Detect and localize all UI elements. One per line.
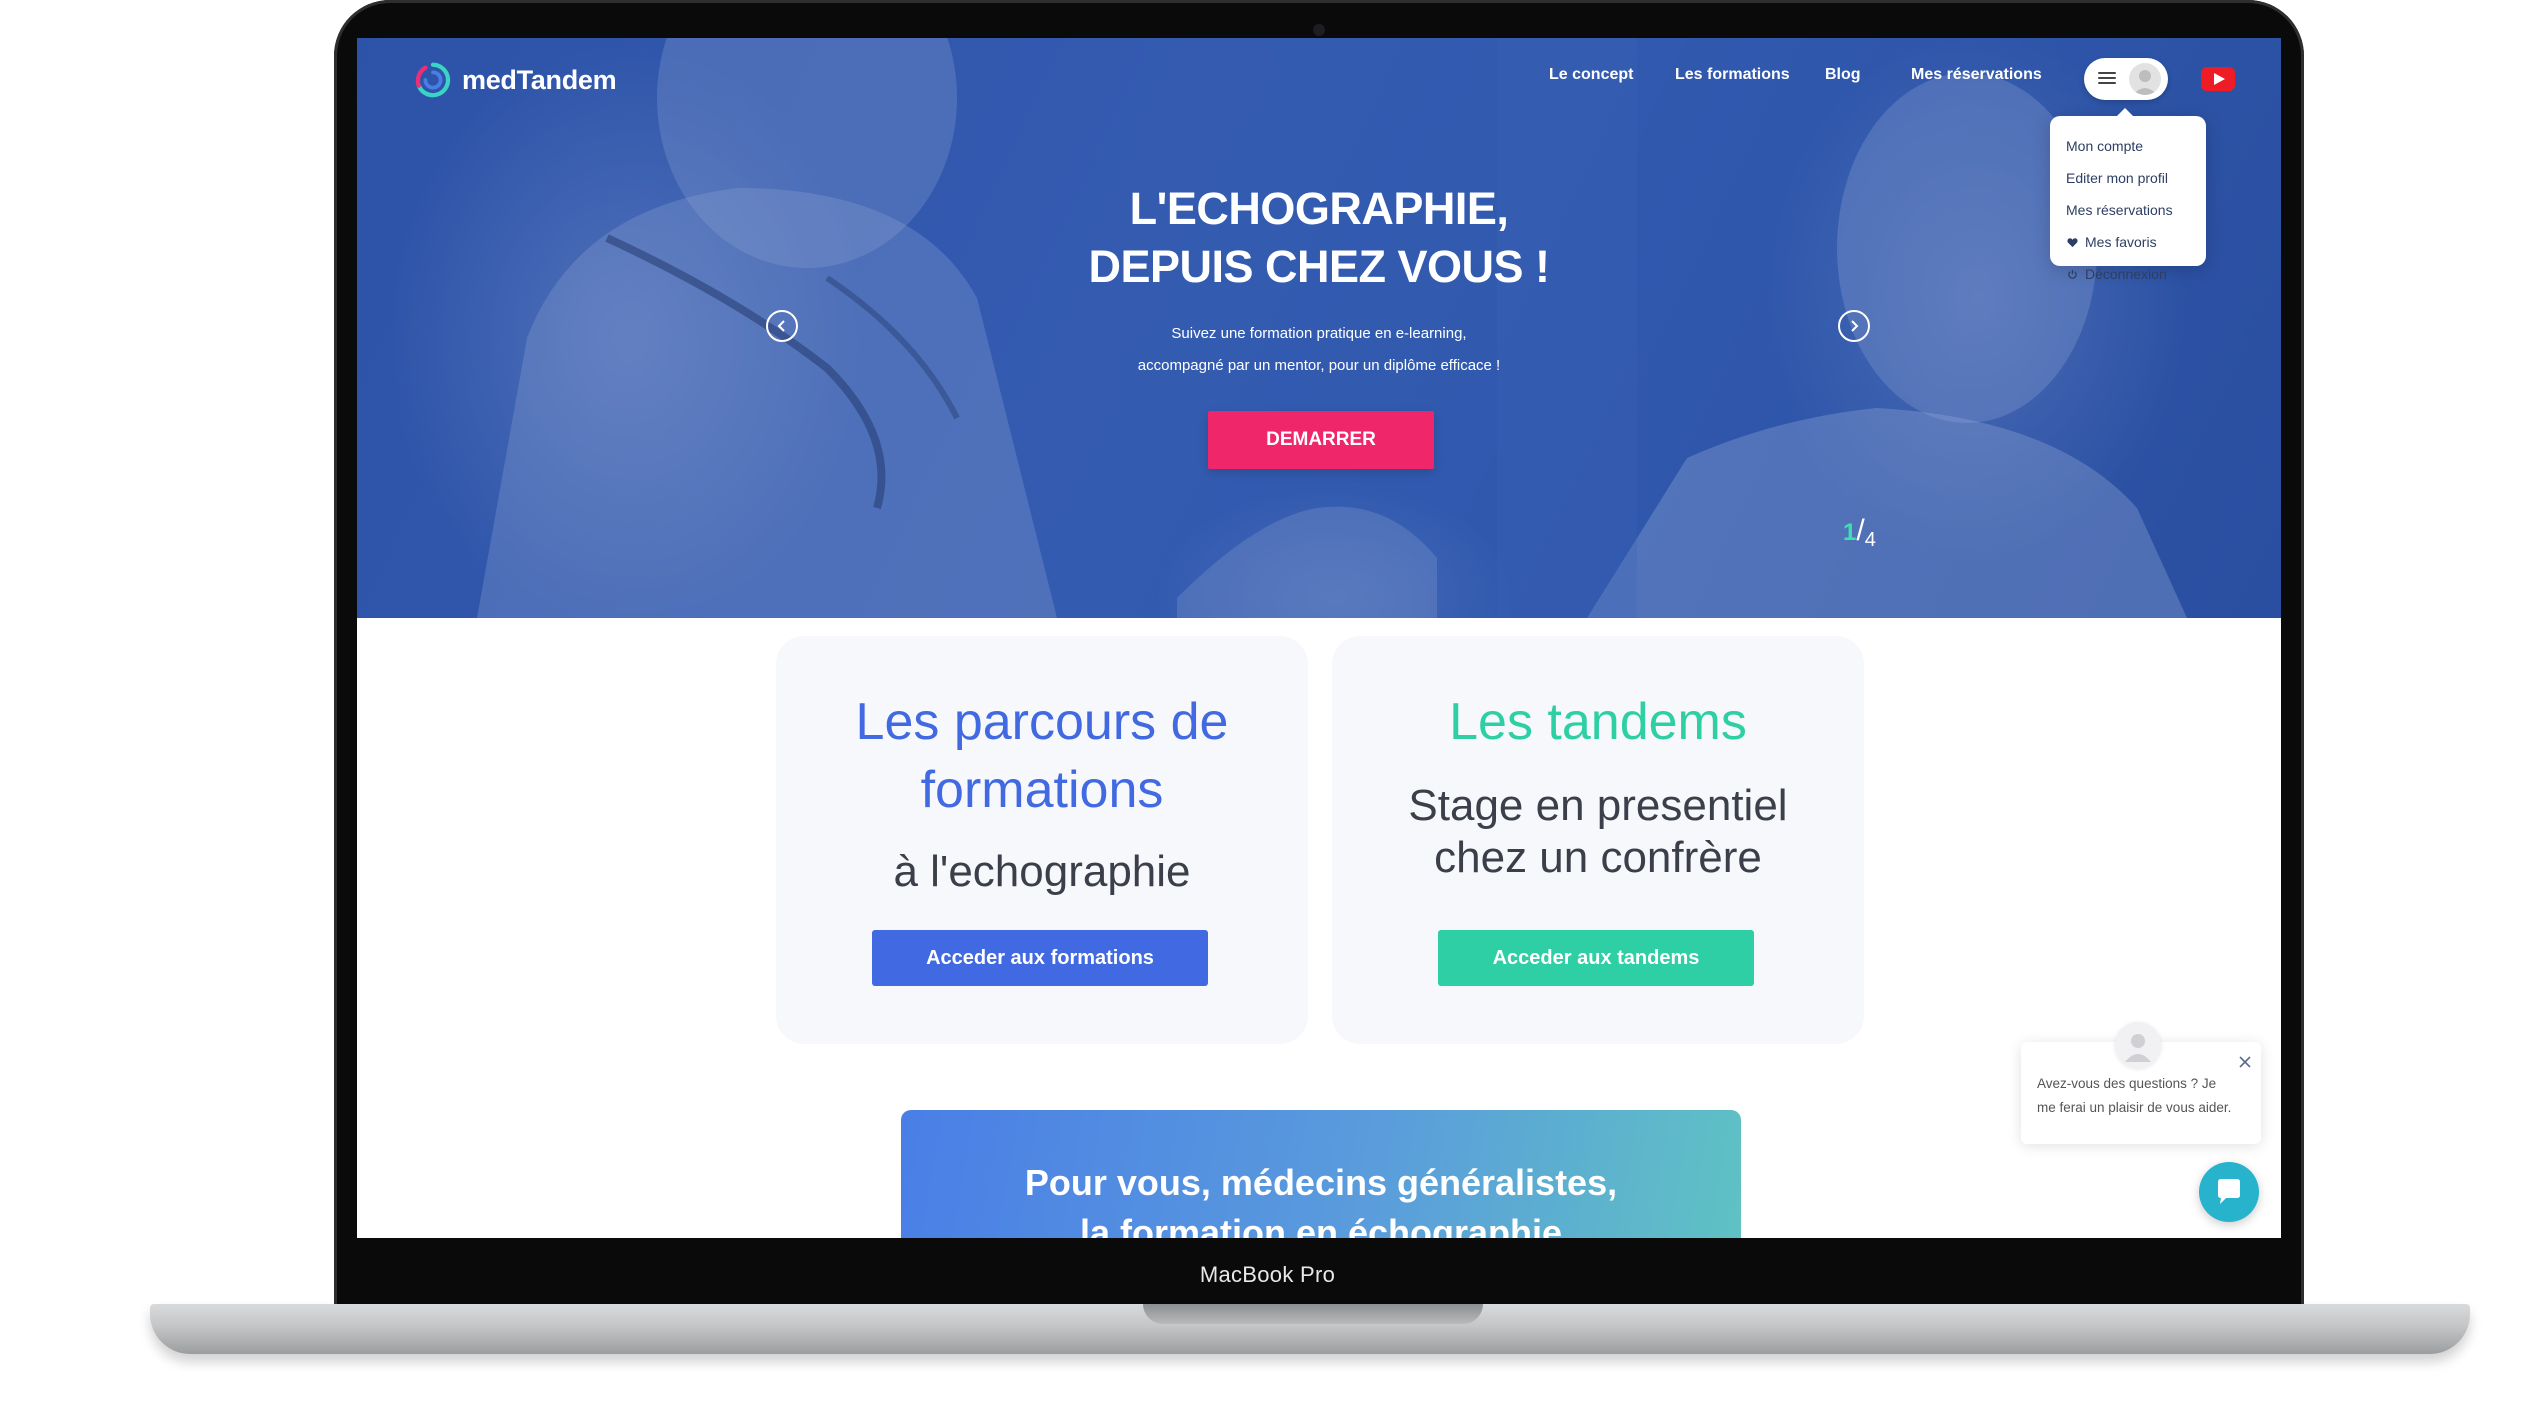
card-tandems: Les tandems Stage en presentiel chez un … [1332, 636, 1864, 1044]
promo-banner-line1: Pour vous, médecins généralistes, [1024, 1162, 1618, 1203]
menu-item-label: Déconnexion [2085, 266, 2167, 282]
top-navigation: medTandem Le concept Les formations Blog… [357, 38, 2281, 118]
card-formations-subtitle: à l'echographie [893, 847, 1191, 896]
device-label: MacBook Pro [1199, 1262, 1336, 1287]
hero-section: medTandem Le concept Les formations Blog… [357, 38, 2281, 618]
brand-name: medTandem [462, 64, 617, 95]
carousel-prev-button[interactable] [766, 310, 798, 342]
menu-item-editer-profil[interactable]: Editer mon profil [2066, 162, 2206, 194]
carousel-next-button[interactable] [1838, 310, 1870, 342]
hero-title-line2: DEPUIS CHEZ VOUS ! [1088, 241, 1550, 292]
menu-item-mon-compte[interactable]: Mon compte [2066, 130, 2206, 162]
card-tandems-title: Les tandems [1449, 693, 1747, 751]
promo-banner-line2: la formation en échographie [1079, 1212, 1563, 1238]
arrow-right-icon [1851, 320, 1859, 332]
youtube-icon[interactable] [2201, 67, 2235, 91]
slide-total: 4 [1864, 529, 1876, 551]
chat-message-line1: Avez-vous des questions ? Je [2037, 1076, 2217, 1091]
card-formations-title: Les parcours de formations [776, 688, 1308, 824]
menu-item-label: Mes réservations [2066, 202, 2173, 218]
chat-icon [2218, 1179, 2240, 1204]
menu-item-mes-favoris[interactable]: Mes favoris [2066, 226, 2206, 258]
card-formations-title-line2: formations [920, 761, 1164, 819]
demarrer-button[interactable]: DEMARRER [1208, 411, 1434, 469]
card-formations-title-line1: Les parcours de [855, 693, 1229, 751]
card-formations: Les parcours de formations à l'echograph… [776, 636, 1308, 1044]
hero-title-line1: L'ECHOGRAPHIE, [1129, 183, 1509, 234]
arrow-left-icon [777, 320, 785, 332]
menu-item-mes-reservations[interactable]: Mes réservations [2066, 194, 2206, 226]
laptop-notch [1143, 1304, 1483, 1324]
promo-banner: Pour vous, médecins généralistes, la for… [901, 1110, 1741, 1238]
card-tandems-subtitle-line2: chez un confrère [1434, 833, 1762, 882]
nav-les-formations[interactable]: Les formations [1675, 66, 1790, 84]
user-menu-toggle[interactable] [2084, 58, 2168, 100]
menu-item-label: Editer mon profil [2066, 170, 2168, 186]
chat-agent-avatar [2115, 1022, 2161, 1068]
card-tandems-subtitle: Stage en presentiel chez un confrère [1332, 780, 1864, 884]
power-icon [2066, 268, 2078, 280]
screen: medTandem Le concept Les formations Blog… [357, 38, 2281, 1238]
nav-mes-reservations[interactable]: Mes réservations [1911, 66, 2042, 84]
logo-icon [415, 62, 451, 98]
nav-blog[interactable]: Blog [1825, 66, 1861, 84]
chat-message-line2: me ferai un plaisir de vous aider. [2037, 1100, 2232, 1115]
camera-dot [1313, 24, 1325, 36]
hero-subtitle: Suivez une formation pratique en e-learn… [357, 318, 2281, 382]
acceder-formations-button[interactable]: Acceder aux formations [872, 930, 1208, 986]
brand-logo[interactable]: medTandem [414, 60, 617, 100]
menu-item-deconnexion[interactable]: Déconnexion [2066, 258, 2206, 290]
hero-subtitle-line2: accompagné par un mentor, pour un diplôm… [1137, 357, 1501, 374]
promo-banner-text: Pour vous, médecins généralistes, la for… [901, 1158, 1741, 1238]
hero-title: L'ECHOGRAPHIE, DEPUIS CHEZ VOUS ! [357, 180, 2281, 296]
close-icon[interactable] [2237, 1054, 2253, 1070]
acceder-tandems-button[interactable]: Acceder aux tandems [1438, 930, 1754, 986]
heart-icon [2066, 236, 2078, 248]
nav-le-concept[interactable]: Le concept [1549, 66, 1633, 84]
chat-open-button[interactable] [2199, 1162, 2259, 1222]
slide-separator: / [1856, 514, 1865, 547]
card-tandems-subtitle-line1: Stage en presentiel [1408, 781, 1788, 830]
slide-counter: 1/4 [1843, 514, 1876, 551]
menu-icon [2098, 72, 2116, 86]
hero-subtitle-line1: Suivez une formation pratique en e-learn… [1171, 325, 1467, 342]
slide-current: 1 [1843, 519, 1857, 546]
menu-item-label: Mes favoris [2085, 234, 2157, 250]
user-dropdown-menu: Mon compte Editer mon profil Mes réserva… [2050, 108, 2206, 282]
menu-item-label: Mon compte [2066, 138, 2144, 154]
avatar-icon [2129, 63, 2161, 95]
chat-message-text: Avez-vous des questions ? Je me ferai un… [2037, 1072, 2251, 1120]
